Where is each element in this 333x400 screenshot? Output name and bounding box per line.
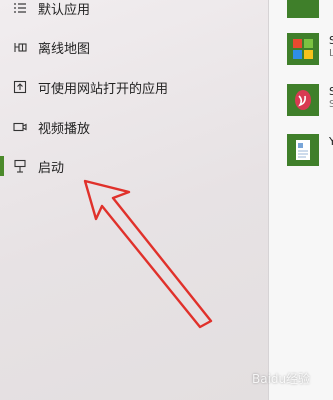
nav-item-label: 可使用网站打开的应用 xyxy=(38,82,169,97)
video-playback-icon xyxy=(12,119,28,135)
apps-for-websites-icon xyxy=(12,79,28,95)
list-item[interactable]: Y xyxy=(287,134,333,170)
settings-sidebar: 默认应用 离线地图 可使用网站打开的应用 视频播放 启动 xyxy=(0,0,268,400)
nav-item-label: 离线地图 xyxy=(38,42,91,57)
app-name: S xyxy=(329,34,333,47)
offline-maps-icon xyxy=(12,39,28,55)
nav-item-label: 视频播放 xyxy=(38,122,91,137)
app-name: Y xyxy=(329,135,333,148)
watermark-text: Baidu经验 xyxy=(252,372,311,386)
app-name: S xyxy=(329,85,333,98)
nav-item-default-apps[interactable]: 默认应用 xyxy=(0,0,268,22)
list-item[interactable] xyxy=(287,0,333,22)
startup-icon xyxy=(12,158,28,174)
app-publisher: L xyxy=(329,48,333,59)
app-tile-icon xyxy=(287,0,319,18)
nav-item-startup[interactable]: 启动 xyxy=(0,152,268,180)
nav-item-label: 默认应用 xyxy=(38,3,91,18)
nav-item-video-playback[interactable]: 视频播放 xyxy=(0,113,268,141)
startup-apps-list: S L S S Y xyxy=(269,0,333,400)
nav-item-label: 启动 xyxy=(38,161,65,176)
app-publisher: S xyxy=(329,99,333,110)
nav-item-offline-maps[interactable]: 离线地图 xyxy=(0,33,268,61)
document-app-icon xyxy=(287,134,319,166)
nav-item-apps-for-websites[interactable]: 可使用网站打开的应用 xyxy=(0,73,268,101)
default-apps-icon xyxy=(12,0,28,16)
list-item[interactable]: S L xyxy=(287,33,333,69)
store-app-icon xyxy=(287,33,319,65)
list-item[interactable]: S S xyxy=(287,84,333,120)
red-leaf-app-icon xyxy=(287,84,319,116)
